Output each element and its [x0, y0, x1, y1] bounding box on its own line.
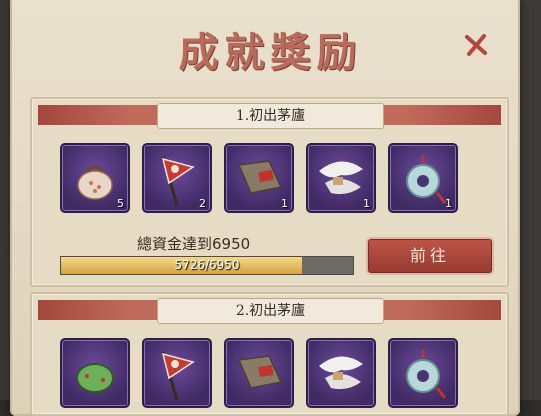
reward-items [60, 338, 480, 408]
reward-item[interactable] [224, 338, 294, 408]
close-icon [465, 34, 487, 56]
item-quantity: 1 [281, 197, 288, 210]
item-quantity: 1 [363, 197, 370, 210]
white-fur-scarf-icon [319, 161, 363, 195]
sealed-book-icon [237, 160, 283, 194]
red-banner-icon [161, 351, 195, 401]
item-quantity: 5 [117, 197, 124, 210]
close-button[interactable] [463, 32, 489, 58]
sealed-book-icon [237, 355, 283, 389]
red-banner-icon [161, 156, 195, 206]
achievement-name: 1.初出茅廬 [157, 103, 384, 129]
item-quantity: 1 [445, 197, 452, 210]
reward-item[interactable] [60, 338, 130, 408]
reward-item[interactable]: 2 [142, 143, 212, 213]
jade-pendant-icon [406, 350, 447, 399]
progress-text: 5726/6950 [174, 258, 240, 272]
green-pouch-icon [76, 363, 114, 393]
coin-pouch-icon [77, 165, 113, 200]
progress-bar: 5726/6950 [60, 256, 354, 275]
jade-pendant-icon [406, 155, 447, 204]
panel-title: 成就獎励 [178, 29, 363, 76]
go-button[interactable]: 前往 [368, 239, 492, 273]
reward-items: 5 2 1 1 1 [60, 143, 480, 213]
achievement-card-1: 1.初出茅廬 5 2 1 1 1 總資金達到6950 5726/6950 前往 [30, 97, 509, 287]
reward-item[interactable] [142, 338, 212, 408]
achievement-name: 2.初出茅廬 [157, 298, 384, 324]
reward-item[interactable] [388, 338, 458, 408]
reward-item[interactable]: 1 [306, 143, 376, 213]
reward-item[interactable] [306, 338, 376, 408]
achievement-card-2: 2.初出茅廬 [30, 292, 509, 416]
white-fur-scarf-icon [319, 356, 363, 390]
reward-item[interactable]: 1 [388, 143, 458, 213]
reward-item[interactable]: 5 [60, 143, 130, 213]
goal-text: 總資金達到6950 [137, 235, 251, 253]
reward-item[interactable]: 1 [224, 143, 294, 213]
item-quantity: 2 [199, 197, 206, 210]
